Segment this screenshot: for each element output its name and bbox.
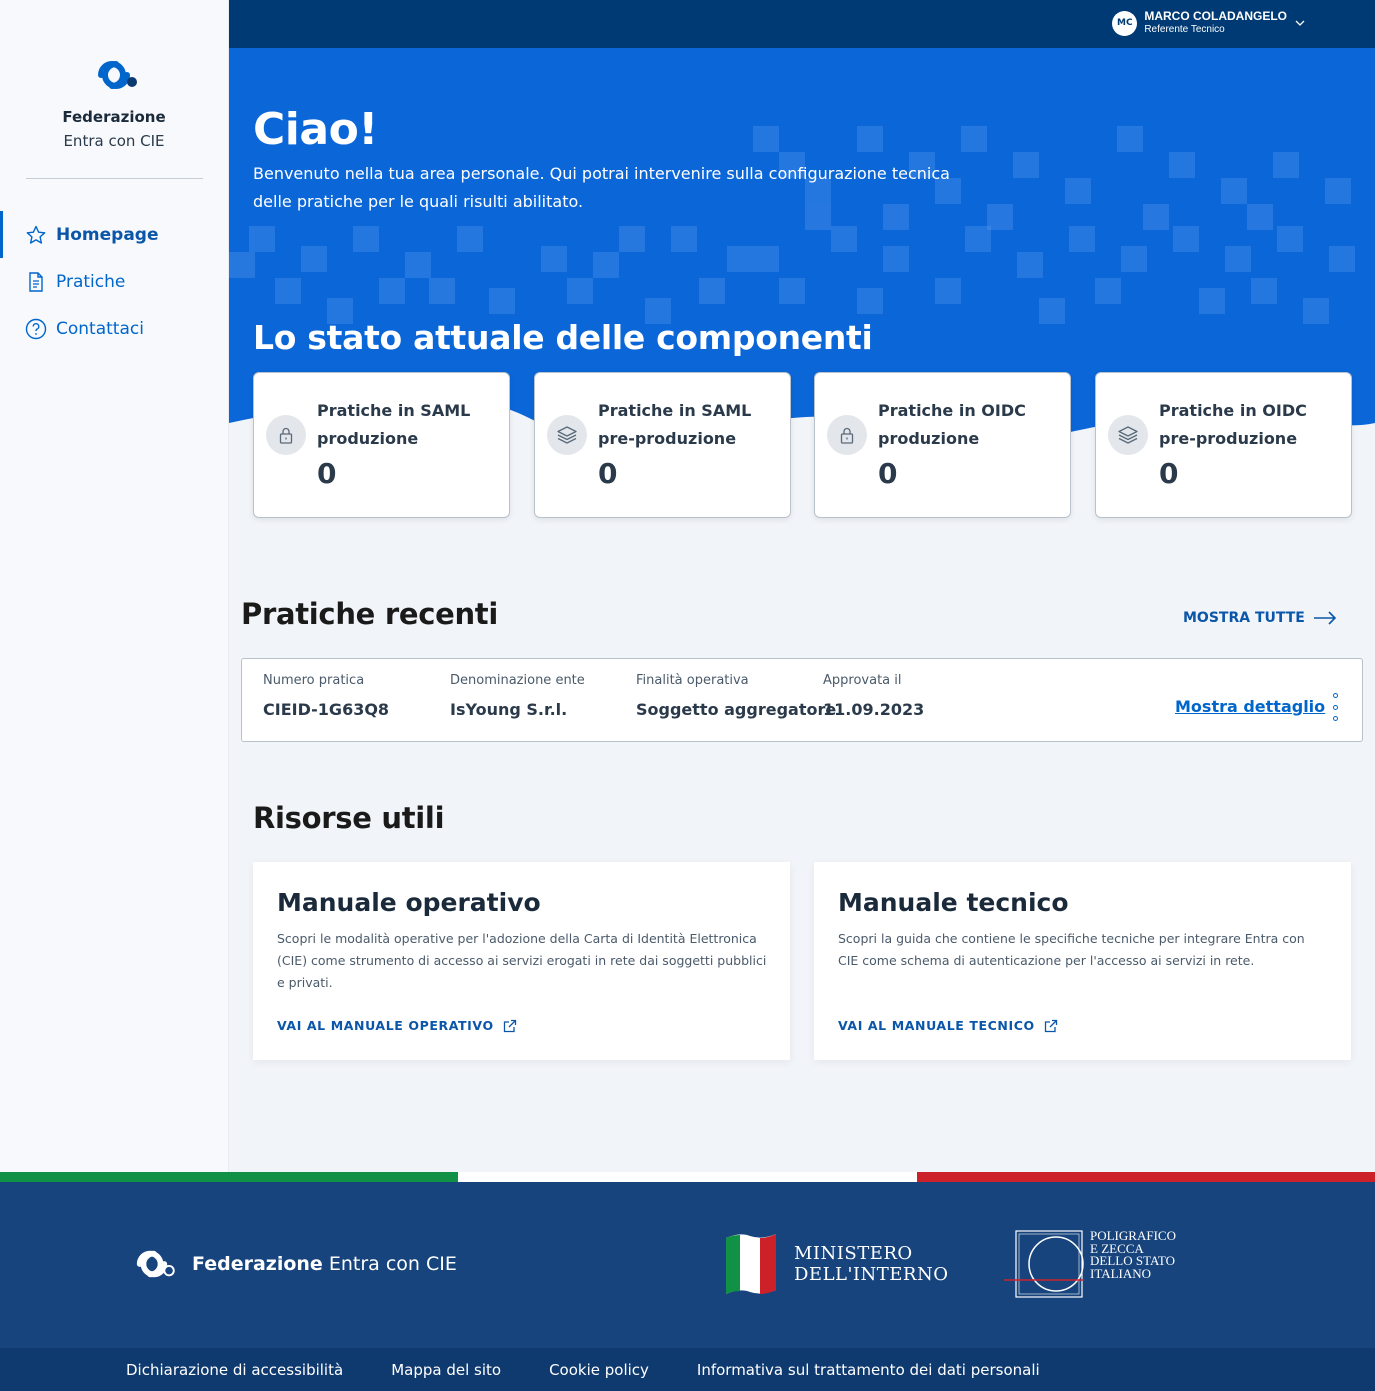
more-options-icon[interactable] <box>1327 693 1343 721</box>
avatar: MC <box>1112 10 1138 36</box>
column-header: Finalità operativa <box>636 673 749 688</box>
resource-title: Manuale tecnico <box>838 888 1069 917</box>
resource-link-label: VAI AL MANUALE TECNICO <box>838 1018 1035 1033</box>
chevron-down-icon <box>1295 20 1305 26</box>
hero-title: Ciao! <box>253 104 378 155</box>
lock-icon <box>827 415 867 455</box>
footer-links: Dichiarazione di accessibilità Mappa del… <box>0 1348 1375 1391</box>
user-menu[interactable]: MC MARCO COLADANGELO Referente Tecnico <box>1112 9 1305 37</box>
stat-label: Pratiche in SAML pre-produzione <box>598 401 752 448</box>
sidebar-item-contattaci[interactable]: Contattaci <box>0 305 228 352</box>
show-all-label: MOSTRA TUTTE <box>1183 610 1305 626</box>
star-icon <box>25 224 47 246</box>
external-link-icon <box>503 1019 516 1032</box>
sidebar: Federazione Entra con CIE Homepage Prati… <box>0 0 229 1172</box>
col-finalita: Finalità operativa Soggetto aggregatore <box>636 673 836 719</box>
footer-brand-bold: Federazione <box>192 1253 323 1275</box>
resource-card-tecnico: Manuale tecnico Scopri la guida che cont… <box>814 862 1351 1060</box>
show-all-link[interactable]: MOSTRA TUTTE <box>1183 610 1337 626</box>
status-section-title: Lo stato attuale delle componenti <box>253 318 873 357</box>
document-icon <box>25 271 47 293</box>
column-header: Approvata il <box>823 673 902 688</box>
lock-icon <box>266 415 306 455</box>
column-header: Denominazione ente <box>450 673 585 688</box>
resource-link-label: VAI AL MANUALE OPERATIVO <box>277 1018 494 1033</box>
column-header: Numero pratica <box>263 673 365 688</box>
sidebar-item-pratiche[interactable]: Pratiche <box>0 258 228 305</box>
cell-finalita: Soggetto aggregatore <box>636 700 837 719</box>
col-ente: Denominazione ente IsYoung S.r.l. <box>450 673 585 719</box>
stat-value: 0 <box>1159 457 1179 490</box>
footer-link-privacy[interactable]: Informativa sul trattamento dei dati per… <box>697 1361 1040 1379</box>
stat-card-oidc-produzione: Pratiche in OIDC produzione 0 <box>814 372 1071 518</box>
stat-value: 0 <box>598 457 618 490</box>
footer-link-cookie[interactable]: Cookie policy <box>549 1361 649 1379</box>
sidebar-divider <box>25 178 203 179</box>
manuale-tecnico-link[interactable]: VAI AL MANUALE TECNICO <box>838 1018 1058 1033</box>
col-approvata: Approvata il 11.09.2023 <box>823 673 924 719</box>
footer: Federazione Entra con CIE MINISTERO DELL… <box>0 1182 1375 1348</box>
footer-link-accessibilita[interactable]: Dichiarazione di accessibilità <box>126 1361 343 1379</box>
ministero-logo[interactable]: MINISTERO DELL'INTERNO <box>722 1230 949 1298</box>
sidebar-item-label: Pratiche <box>56 271 126 292</box>
cell-numero: CIEID-1G63Q8 <box>263 700 390 719</box>
manuale-operativo-link[interactable]: VAI AL MANUALE OPERATIVO <box>277 1018 517 1033</box>
poligrafico-emblem-icon <box>1004 1230 1084 1298</box>
stat-card-saml-produzione: Pratiche in SAML produzione 0 <box>253 372 510 518</box>
resource-card-operativo: Manuale operativo Scopri le modalità ope… <box>253 862 790 1060</box>
external-link-icon <box>1044 1019 1057 1032</box>
ministero-line2: DELL'INTERNO <box>794 1264 949 1285</box>
italian-flag-icon <box>726 1234 776 1294</box>
sidebar-item-homepage[interactable]: Homepage <box>0 211 228 258</box>
sidebar-nav: Homepage Pratiche Contattaci <box>0 211 228 352</box>
brand: Federazione Entra con CIE <box>0 0 228 150</box>
resource-title: Manuale operativo <box>277 888 541 917</box>
ministero-line1: MINISTERO <box>794 1243 913 1264</box>
stat-value: 0 <box>317 457 337 490</box>
resource-text: Scopri le modalità operative per l'adozi… <box>277 931 767 990</box>
footer-link-mappa[interactable]: Mappa del sito <box>391 1361 501 1379</box>
top-bar: MC MARCO COLADANGELO Referente Tecnico <box>229 0 1375 48</box>
resource-text: Scopri la guida che contiene le specific… <box>838 931 1305 968</box>
cell-approvata: 11.09.2023 <box>823 700 925 719</box>
col-numero: Numero pratica CIEID-1G63Q8 <box>263 673 389 719</box>
sidebar-item-label: Contattaci <box>56 318 144 339</box>
stat-card-saml-preproduzione: Pratiche in SAML pre-produzione 0 <box>534 372 791 518</box>
detail-link[interactable]: Mostra dettaglio <box>1175 697 1325 716</box>
table-row: Numero pratica CIEID-1G63Q8 Denominazion… <box>241 658 1363 742</box>
sidebar-item-label: Homepage <box>56 224 159 245</box>
cell-ente: IsYoung S.r.l. <box>450 700 568 719</box>
user-role: Referente Tecnico <box>1144 24 1225 35</box>
user-name: MARCO COLADANGELO <box>1144 9 1287 23</box>
stat-value: 0 <box>878 457 898 490</box>
footer-brand-rest: Entra con CIE <box>328 1253 457 1275</box>
poligrafico-line: ITALIANO <box>1090 1265 1152 1281</box>
stat-card-oidc-preproduzione: Pratiche in OIDC pre-produzione 0 <box>1095 372 1352 518</box>
arrow-right-icon <box>1313 611 1336 625</box>
footer-brand[interactable]: Federazione Entra con CIE <box>126 1246 457 1282</box>
stat-label: Pratiche in OIDC produzione <box>878 401 1026 448</box>
layers-icon <box>1108 415 1148 455</box>
federazione-logo-icon <box>136 1250 175 1278</box>
stat-label: Pratiche in OIDC pre-produzione <box>1159 401 1307 448</box>
federazione-logo-icon <box>98 61 137 89</box>
layers-icon <box>547 415 587 455</box>
stat-label: Pratiche in SAML produzione <box>317 401 471 448</box>
italian-flag-stripe <box>0 1172 1375 1182</box>
hero-text: Benvenuto nella tua area personale. Qui … <box>253 164 950 211</box>
recent-title: Pratiche recenti <box>241 597 499 631</box>
poligrafico-logo[interactable]: POLIGRAFICO E ZECCA DELLO STATO ITALIANO <box>1004 1229 1176 1298</box>
brand-title: Federazione <box>62 108 166 126</box>
poligrafico-text: POLIGRAFICO E ZECCA DELLO STATO ITALIANO <box>1090 1229 1176 1298</box>
resources-title: Risorse utili <box>253 801 445 835</box>
brand-subtitle: Entra con CIE <box>63 132 165 150</box>
help-icon <box>25 318 47 340</box>
